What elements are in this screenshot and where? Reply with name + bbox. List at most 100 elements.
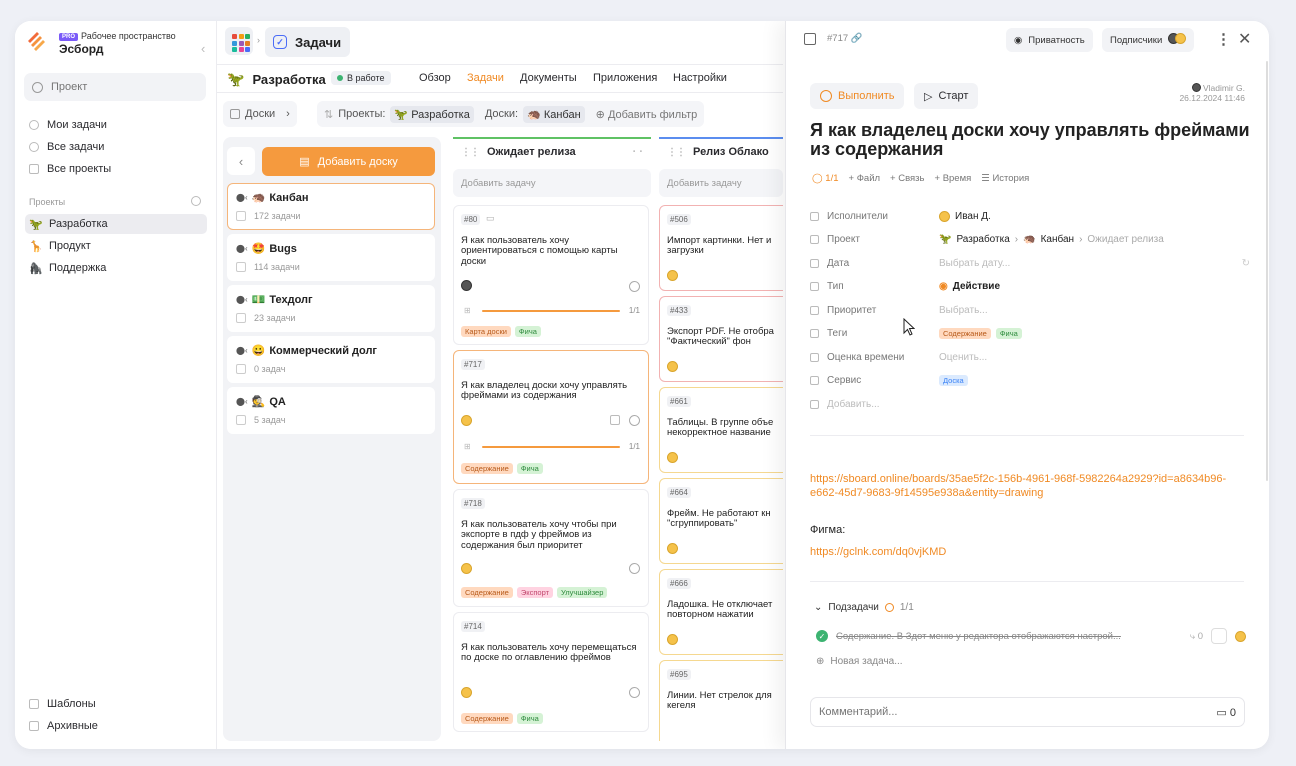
- task-id: #717: [461, 359, 485, 370]
- drag-handle-icon[interactable]: ⋮⋮: [667, 147, 686, 158]
- drag-icon: ⬤‹: [236, 397, 248, 406]
- add-task-button[interactable]: Добавить задачу: [659, 169, 783, 197]
- board-link[interactable]: https://sboard.online/boards/35ae5f2c-15…: [810, 472, 1250, 501]
- back-button[interactable]: ‹: [227, 147, 255, 175]
- subscribers-button[interactable]: Подписчики: [1102, 28, 1195, 52]
- workspace-switcher[interactable]: PRO Рабочее пространство Эсборд ‹: [25, 27, 205, 57]
- column-header[interactable]: ⋮⋮ Релиз Облако: [659, 137, 783, 165]
- board-name-text: Канбан: [269, 191, 309, 204]
- complete-circle-icon[interactable]: [629, 281, 640, 292]
- board-item[interactable]: ⬤‹ 🦔 Канбан 172 задачи: [227, 183, 435, 230]
- sidebar-project-razrabotka[interactable]: 🦖 Разработка: [25, 214, 207, 234]
- calendar-icon[interactable]: [610, 415, 620, 425]
- nav-archived[interactable]: Архивные: [25, 716, 207, 736]
- task-card[interactable]: #718 Я как пользователь хочу чтобы при э…: [453, 489, 649, 607]
- board-name-text: Коммерческий долг: [269, 344, 378, 357]
- add-project-icon[interactable]: [191, 196, 201, 206]
- complete-circle-icon[interactable]: [629, 415, 640, 426]
- search-input[interactable]: [51, 81, 191, 93]
- tag: Содержание: [939, 328, 991, 339]
- column-header[interactable]: ⋮⋮ Ожидает релиза · ·: [453, 137, 651, 165]
- start-button[interactable]: ▷ Старт: [914, 83, 979, 109]
- task-id[interactable]: #717 🔗: [827, 33, 863, 44]
- new-subtask-button[interactable]: ⊕ Новая задача...: [816, 656, 903, 667]
- boards-toggle[interactable]: Доски ›: [223, 101, 297, 127]
- prop-type[interactable]: Тип ◉ Действие: [810, 281, 1250, 301]
- prop-project[interactable]: Проект 🦖 Разработка › 🦔 Канбан › Ожидает релиза: [810, 234, 1250, 254]
- prop-service[interactable]: Сервис Доска: [810, 375, 1250, 395]
- comment-input[interactable]: [819, 706, 1179, 718]
- calendar-icon[interactable]: [1211, 628, 1227, 644]
- task-card[interactable]: #506 Импорт картинки. Нет и загрузки: [659, 205, 783, 291]
- more-icon[interactable]: · ·: [633, 146, 643, 158]
- add-task-button[interactable]: Добавить задачу: [453, 169, 651, 197]
- tab-apps[interactable]: Приложения: [593, 72, 657, 84]
- task-card[interactable]: #80 ▭ Я как пользователь хочу ориентиров…: [453, 205, 649, 345]
- status-badge[interactable]: В работе: [331, 71, 391, 85]
- add-property-button[interactable]: Добавить...: [810, 399, 1250, 419]
- subtask-row[interactable]: ✓ Содержание. В Здот меню у редактора ото…: [816, 628, 1246, 644]
- tab-documents[interactable]: Документы: [520, 72, 577, 84]
- task-card[interactable]: #714 Я как пользователь хочу перемещатьс…: [453, 612, 649, 732]
- prop-date[interactable]: Дата Выбрать дату... ↻: [810, 258, 1250, 278]
- board-item[interactable]: ⬤‹ 🤩 Bugs 114 задачи: [227, 234, 435, 281]
- apps-grid-icon[interactable]: [225, 27, 253, 55]
- task-card[interactable]: #433 Экспорт PDF. Не отобра "Фактический"…: [659, 296, 783, 382]
- complete-circle-icon[interactable]: [629, 687, 640, 698]
- prop-assignees[interactable]: Исполнители Иван Д.: [810, 211, 1250, 231]
- sort-icon[interactable]: ⇅: [324, 108, 333, 121]
- add-file-button[interactable]: + Файл: [849, 173, 881, 184]
- sidebar-toggle-icon[interactable]: [804, 33, 816, 45]
- task-card[interactable]: #666 Ладошка. Не отключает повторном нажа…: [659, 569, 783, 655]
- nav-my-tasks[interactable]: Мои задачи: [25, 115, 207, 135]
- task-title[interactable]: Я как владелец доски хочу управлять фрей…: [810, 120, 1250, 160]
- project-search[interactable]: [24, 73, 206, 101]
- check-icon[interactable]: ✓: [816, 630, 828, 642]
- tasks-tab[interactable]: ✓ Задачи: [265, 27, 351, 57]
- prop-value: Доска: [939, 375, 968, 386]
- prop-priority[interactable]: Приоритет Выбрать...: [810, 305, 1250, 325]
- projects-filter-value[interactable]: 🦖 Разработка: [390, 105, 474, 123]
- tab-settings[interactable]: Настройки: [673, 72, 727, 84]
- drag-handle-icon[interactable]: ⋮⋮: [461, 147, 480, 158]
- prop-estimate[interactable]: Оценка времени Оценить...: [810, 352, 1250, 372]
- task-icon: [236, 262, 246, 272]
- collapse-sidebar-icon[interactable]: ‹: [201, 41, 205, 56]
- privacy-button[interactable]: ◉ Приватность: [1006, 28, 1093, 52]
- sidebar-project-podderzhka[interactable]: 🦍 Поддержка: [25, 258, 207, 278]
- figma-link[interactable]: https://gclnk.com/dq0vjKMD: [810, 545, 1250, 559]
- history-button[interactable]: ☰ История: [981, 173, 1029, 184]
- task-card[interactable]: #661 Таблицы. В группе объе некорректное …: [659, 387, 783, 473]
- add-time-button[interactable]: + Время: [935, 173, 972, 184]
- tab-overview[interactable]: Обзор: [419, 72, 451, 84]
- prop-tags[interactable]: Теги Содержание Фича: [810, 328, 1250, 348]
- scrollbar[interactable]: [1266, 61, 1268, 481]
- nav-all-tasks[interactable]: Все задачи: [25, 137, 207, 157]
- nav-all-projects[interactable]: Все проекты: [25, 159, 207, 179]
- complete-button[interactable]: Выполнить: [810, 83, 905, 109]
- add-board-button[interactable]: ▤ Добавить доску: [262, 147, 435, 176]
- filters-group: ⇅ Проекты: 🦖 Разработка Доски: 🦔 Канбан …: [317, 101, 705, 127]
- sidebar-project-produkt[interactable]: 🦒 Продукт: [25, 236, 207, 256]
- add-link-button[interactable]: + Связь: [890, 173, 924, 184]
- task-card[interactable]: #695 Линии. Нет стрелок для кегеля: [659, 660, 783, 741]
- task-card[interactable]: #664 Фрейм. Не работают кн "сгруппировать…: [659, 478, 783, 564]
- comment-box[interactable]: ▭ 0: [810, 697, 1245, 727]
- tab-tasks[interactable]: Задачи: [467, 72, 504, 84]
- progress-meta[interactable]: ◯ 1/1: [812, 173, 839, 184]
- complete-circle-icon[interactable]: [629, 563, 640, 574]
- repeat-icon[interactable]: ↻: [1242, 258, 1250, 269]
- task-card[interactable]: #717 Я как владелец доски хочу управлять…: [453, 350, 649, 484]
- subtasks-header[interactable]: ⌄ Подзадачи 1/1: [814, 602, 914, 613]
- board-item[interactable]: ⬤‹ 💵 Техдолг 23 задачи: [227, 285, 435, 332]
- archive-icon: [29, 721, 39, 731]
- status-dot-icon: [337, 75, 343, 81]
- nav-templates[interactable]: Шаблоны: [25, 694, 207, 714]
- board-item[interactable]: ⬤‹ 🕵 QA 5 задач: [227, 387, 435, 434]
- close-icon[interactable]: ✕: [1238, 29, 1251, 49]
- board-item[interactable]: ⬤‹ 😀 Коммерческий долг 0 задач: [227, 336, 435, 383]
- more-vert-icon[interactable]: ⋮: [1216, 30, 1231, 48]
- check-circle-icon: [29, 120, 39, 130]
- add-filter-button[interactable]: ⊕ Добавить фильтр: [596, 108, 698, 121]
- boards-filter-value[interactable]: 🦔 Канбан: [523, 105, 585, 123]
